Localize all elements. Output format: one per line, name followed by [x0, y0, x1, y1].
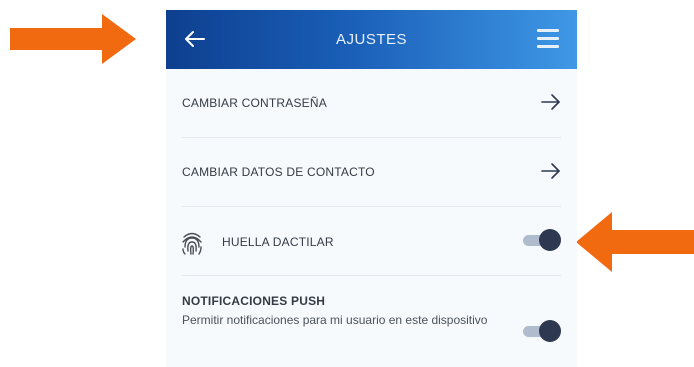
settings-item-push-notifications: NOTIFICACIONES PUSH Permitir notificacio…: [182, 276, 561, 366]
app-header: AJUSTES: [166, 10, 577, 69]
settings-item-fingerprint: HUELLA DACTILAR: [182, 207, 561, 276]
annotation-arrow-right-icon: [10, 14, 136, 64]
fingerprint-label: HUELLA DACTILAR: [222, 235, 334, 249]
settings-item-change-contact[interactable]: CAMBIAR DATOS DE CONTACTO: [182, 138, 561, 207]
toggle-knob: [539, 229, 561, 251]
change-contact-label: CAMBIAR DATOS DE CONTACTO: [182, 165, 375, 179]
fingerprint-icon: [182, 232, 202, 255]
settings-item-change-password[interactable]: CAMBIAR CONTRASEÑA: [182, 69, 561, 138]
phone-screen: AJUSTES CAMBIAR CONTRASEÑA CAMBIAR DATOS…: [166, 10, 577, 367]
push-notifications-description: Permitir notificaciones para mi usuario …: [182, 313, 488, 327]
arrow-right-icon: [541, 94, 560, 110]
annotation-arrow-left-icon: [576, 212, 694, 272]
push-notifications-toggle[interactable]: [521, 320, 561, 342]
arrow-right-icon: [541, 163, 560, 179]
push-notifications-title: NOTIFICACIONES PUSH: [182, 294, 326, 308]
fingerprint-toggle[interactable]: [521, 229, 561, 251]
page-title: AJUSTES: [335, 31, 407, 48]
screenshot-stage: AJUSTES CAMBIAR CONTRASEÑA CAMBIAR DATOS…: [0, 0, 694, 367]
settings-list: CAMBIAR CONTRASEÑA CAMBIAR DATOS DE CONT…: [166, 69, 577, 366]
hamburger-menu-icon[interactable]: [537, 29, 559, 49]
change-password-label: CAMBIAR CONTRASEÑA: [182, 96, 327, 110]
toggle-knob: [539, 320, 561, 342]
